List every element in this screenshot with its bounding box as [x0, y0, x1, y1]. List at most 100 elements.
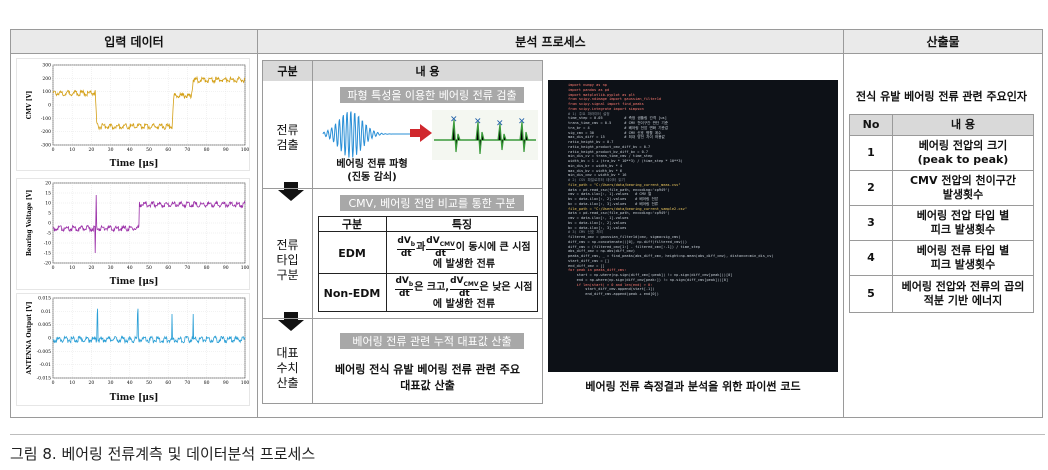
y-tick-label: -300	[41, 143, 51, 149]
y-axis-label: Bearing Voltage [V]	[26, 190, 33, 257]
code-line: end_diff_cmv.append(peak + end[0])	[568, 292, 659, 296]
divider	[257, 29, 258, 418]
arrow-down-icon	[278, 312, 304, 331]
y-tick-label: 10	[45, 201, 51, 207]
y-tick-label: -20	[44, 261, 51, 267]
x-tick-label: 80	[204, 265, 210, 271]
y-tick-label: -15	[44, 251, 51, 257]
edm-label: EDM	[338, 246, 366, 260]
waveform-icon	[322, 111, 411, 158]
x-tick-label: 0	[52, 147, 55, 153]
header-process: 분석 프로세스	[258, 30, 843, 54]
step-bar: 베어링 전류 관련 누적 대표값 산출	[340, 333, 524, 349]
x-tick-label: 60	[165, 265, 171, 271]
x-tick-label: 40	[127, 265, 133, 271]
x-tick-label: 100	[241, 380, 250, 386]
x-tick-label: 70	[185, 265, 191, 271]
y-axis-label: ANTENNA Output [V]	[26, 301, 33, 375]
step-bar: CMV, 베어링 전압 비교를 통한 구분	[340, 195, 524, 211]
row-label-summary: 대표 수치 산출	[276, 345, 299, 390]
antenna-chart: 0.015 0.01 0.005 0 -0.005 -0.01 -0.015 0 10 20 30 4…	[16, 293, 250, 406]
x-tick-label: 90	[223, 147, 229, 153]
plot-area: 3002001000-100-200-3000 10 20 30 40 50 60 70 80 9…	[26, 63, 249, 154]
y-tick-label: -100	[41, 116, 51, 122]
plot-area: 0.0150.010.0050-0.005-0.01-0.0150 10 20 30 4…	[26, 296, 249, 387]
sub-col-header: 구분	[341, 218, 363, 231]
y-tick-label: 200	[42, 76, 51, 82]
y-tick-label: -0.005	[37, 349, 52, 355]
bearing-voltage-plot: 20151050-5-10-15-200 10 20 30 40 50 60 70 80 90 10…	[26, 181, 249, 272]
output-row-text: CMV 전압의 천이구간 발생횟수	[892, 170, 1034, 206]
x-tick-label: 60	[165, 147, 171, 153]
row-label-type: 전류 타입 구분	[276, 237, 299, 282]
x-tick-label: 90	[223, 380, 229, 386]
divider	[843, 29, 844, 418]
x-axis-label: Time [μs]	[109, 393, 159, 403]
x-tick-label: 30	[108, 147, 114, 153]
output-title: 전식 유발 베어링 전류 관련 주요인자	[856, 90, 1027, 103]
output-row-no: 4	[849, 240, 893, 276]
cmv-chart: 300 200 100 0 -100 -200 -300 0 10 20 30 40 50 60 70 80 9…	[16, 58, 250, 171]
cmv-plot: 3002001000-100-200-3000 10 20 30 40 50 60 70 80 9…	[26, 63, 249, 154]
y-tick-label: 5	[48, 211, 51, 217]
output-row-text: 베어링 전류 타입 별 피크 발생횟수	[892, 240, 1034, 276]
x-tick-label: 70	[185, 147, 191, 153]
x-tick-label: 50	[146, 380, 152, 386]
output-row-no: 1	[849, 135, 893, 171]
header-output: 산출물	[844, 30, 1042, 54]
x-tick-label: 100	[241, 147, 250, 153]
x-tick-label: 30	[108, 265, 114, 271]
svg-text:✕: ✕	[450, 115, 458, 125]
summary-text: 베어링 전식 유발 베어링 전류 관련 주요 대표값 산출	[335, 363, 520, 392]
waveform-caption: 베어링 전류 파형 (진동 감쇠)	[336, 159, 408, 183]
y-tick-label: 0.005	[38, 322, 51, 328]
header-input: 입력 데이터	[11, 30, 257, 54]
sub-col-header: 특징	[451, 218, 473, 231]
step-bar: 파형 특성을 이용한 베어링 전류 검출	[340, 87, 524, 103]
detected-peaks-icon: ✕ ✕ ✕ ✕	[432, 110, 538, 160]
svg-text:✕: ✕	[496, 119, 504, 129]
y-tick-label: 0	[48, 103, 51, 109]
svg-text:✕: ✕	[474, 117, 482, 127]
x-tick-label: 10	[69, 265, 75, 271]
x-tick-label: 20	[89, 380, 95, 386]
x-tick-label: 10	[69, 147, 75, 153]
x-tick-label: 0	[52, 265, 55, 271]
code-lines: import numpy as np import pandas as pd imp…	[548, 80, 838, 297]
row-label-detection: 전류 검출	[276, 123, 299, 152]
output-row-no: 2	[849, 170, 893, 206]
plot-area: 20151050-5-10-15-200 10 20 30 40 50 60 70 80 90 10…	[26, 181, 249, 272]
code-caption: 베어링 전류 측정결과 분석을 위한 파이썬 코드	[585, 380, 801, 393]
x-tick-label: 30	[108, 380, 114, 386]
x-tick-label: 10	[69, 380, 75, 386]
non-edm-description: dVb dt 은 크고, dVCMV dt 은 낮은 시점 에 발생한 전류	[395, 276, 533, 310]
y-tick-label: -10	[44, 241, 51, 247]
output-row-text: 베어링 전압 타입 별 피크 발생횟수	[892, 205, 1034, 241]
output-col-header: No	[849, 114, 893, 136]
x-axis-label: Time [μs]	[109, 159, 159, 169]
y-tick-label: -0.01	[39, 362, 51, 368]
bearing-voltage-chart: 20 15 10 5 0 -5 -10 -15 -20 0 10 20 30 40 50 60 70 80 90 10…	[16, 178, 250, 290]
divider	[312, 61, 313, 403]
y-tick-label: 100	[42, 89, 51, 95]
x-tick-label: 20	[89, 265, 95, 271]
output-col-header: 내 용	[892, 114, 1034, 136]
x-tick-label: 20	[89, 147, 95, 153]
x-tick-label: 80	[204, 380, 210, 386]
x-tick-label: 40	[127, 147, 133, 153]
y-tick-label: 0.015	[38, 296, 51, 302]
x-tick-label: 100	[241, 265, 250, 271]
y-tick-label: 0	[48, 336, 51, 342]
arrow-right-icon	[410, 124, 432, 146]
y-tick-label: 0.01	[41, 309, 51, 315]
x-tick-label: 70	[185, 380, 191, 386]
python-code-panel: import numpy as np import pandas as pd imp…	[548, 80, 838, 372]
x-tick-label: 90	[223, 265, 229, 271]
y-axis-label: CMV [V]	[26, 91, 33, 120]
divider	[263, 318, 542, 319]
col-header: 구분	[263, 61, 312, 81]
y-tick-label: 0	[48, 221, 51, 227]
x-tick-label: 50	[146, 147, 152, 153]
x-tick-label: 0	[52, 380, 55, 386]
output-row-text: 베어링 전압와 전류의 곱의 적분 기반 에너지	[892, 275, 1034, 313]
